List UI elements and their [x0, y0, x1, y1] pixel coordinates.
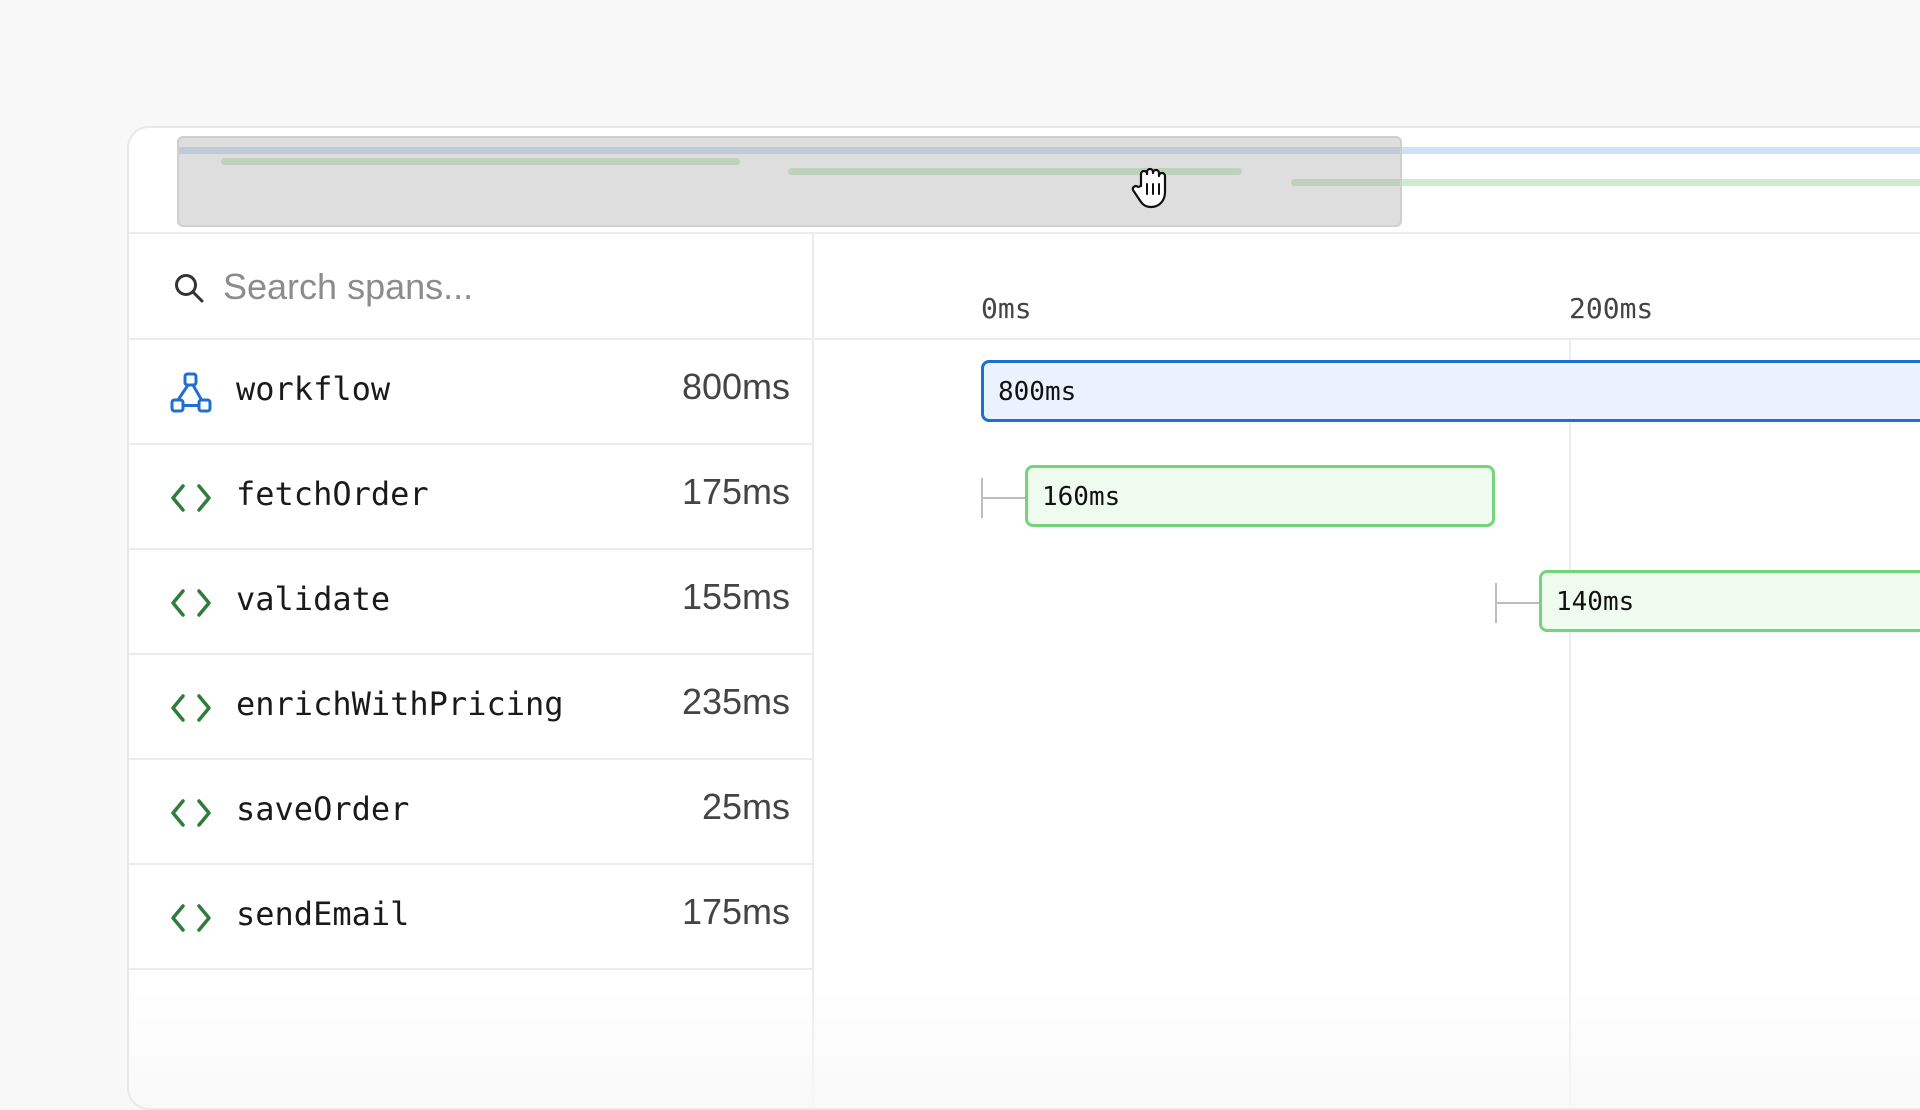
span-name: validate [236, 580, 391, 618]
search-icon [175, 274, 204, 303]
trace-minimap[interactable] [129, 128, 1920, 234]
search-input[interactable] [221, 258, 785, 316]
span-name: workflow [236, 370, 391, 408]
timeline-header: 0ms 200ms [814, 234, 1920, 340]
span-list: workflow 800ms fetchOrder 175ms validate… [129, 340, 812, 970]
span-bar-validate[interactable]: 140ms [1539, 570, 1920, 632]
span-name: fetchOrder [236, 475, 429, 513]
grab-cursor-icon [1131, 167, 1167, 209]
trace-panel: workflow 800ms fetchOrder 175ms validate… [127, 126, 1920, 1110]
span-duration: 155ms [681, 576, 790, 617]
tick-label-200ms: 200ms [1569, 292, 1654, 325]
code-icon [171, 484, 211, 512]
span-row-sendemail[interactable]: sendEmail 175ms [129, 865, 812, 970]
workflow-icon [170, 372, 212, 413]
span-row-saveorder[interactable]: saveOrder 25ms [129, 760, 812, 865]
span-row-fetchorder[interactable]: fetchOrder 175ms [129, 445, 812, 550]
span-bar-fetchorder[interactable]: 160ms [1025, 465, 1495, 527]
wait-connector-line [1495, 602, 1539, 604]
timeline-row-workflow: 800ms [814, 340, 1920, 445]
span-list-panel: workflow 800ms fetchOrder 175ms validate… [129, 234, 814, 1108]
timeline-bars: 800ms 160ms 140ms 22 [814, 340, 1920, 760]
span-duration: 800ms [681, 366, 790, 407]
span-duration: 25ms [701, 786, 790, 827]
span-duration: 175ms [681, 891, 790, 932]
wait-connector-line [981, 497, 1025, 499]
span-name: sendEmail [236, 895, 410, 933]
span-duration: 235ms [681, 681, 790, 722]
minimap-viewport-window[interactable] [177, 136, 1402, 227]
span-row-workflow[interactable]: workflow 800ms [129, 340, 812, 445]
code-icon [171, 589, 211, 617]
code-icon [171, 904, 211, 932]
span-name: enrichWithPricing [236, 685, 564, 723]
timeline-row-enrichwithpricing: 22 [814, 655, 1920, 760]
span-name: saveOrder [236, 790, 410, 828]
tick-label-0ms: 0ms [981, 292, 1032, 325]
span-row-enrichwithpricing[interactable]: enrichWithPricing 235ms [129, 655, 812, 760]
timeline-row-validate: 140ms [814, 550, 1920, 655]
code-icon [171, 694, 211, 722]
span-row-validate[interactable]: validate 155ms [129, 550, 812, 655]
code-icon [171, 799, 211, 827]
span-duration: 175ms [681, 471, 790, 512]
span-bar-workflow[interactable]: 800ms [981, 360, 1920, 422]
timeline-panel: 0ms 200ms 800ms 160ms 140ms 22 [814, 234, 1920, 1108]
timeline-row-fetchorder: 160ms [814, 445, 1920, 550]
search-bar [129, 234, 812, 340]
